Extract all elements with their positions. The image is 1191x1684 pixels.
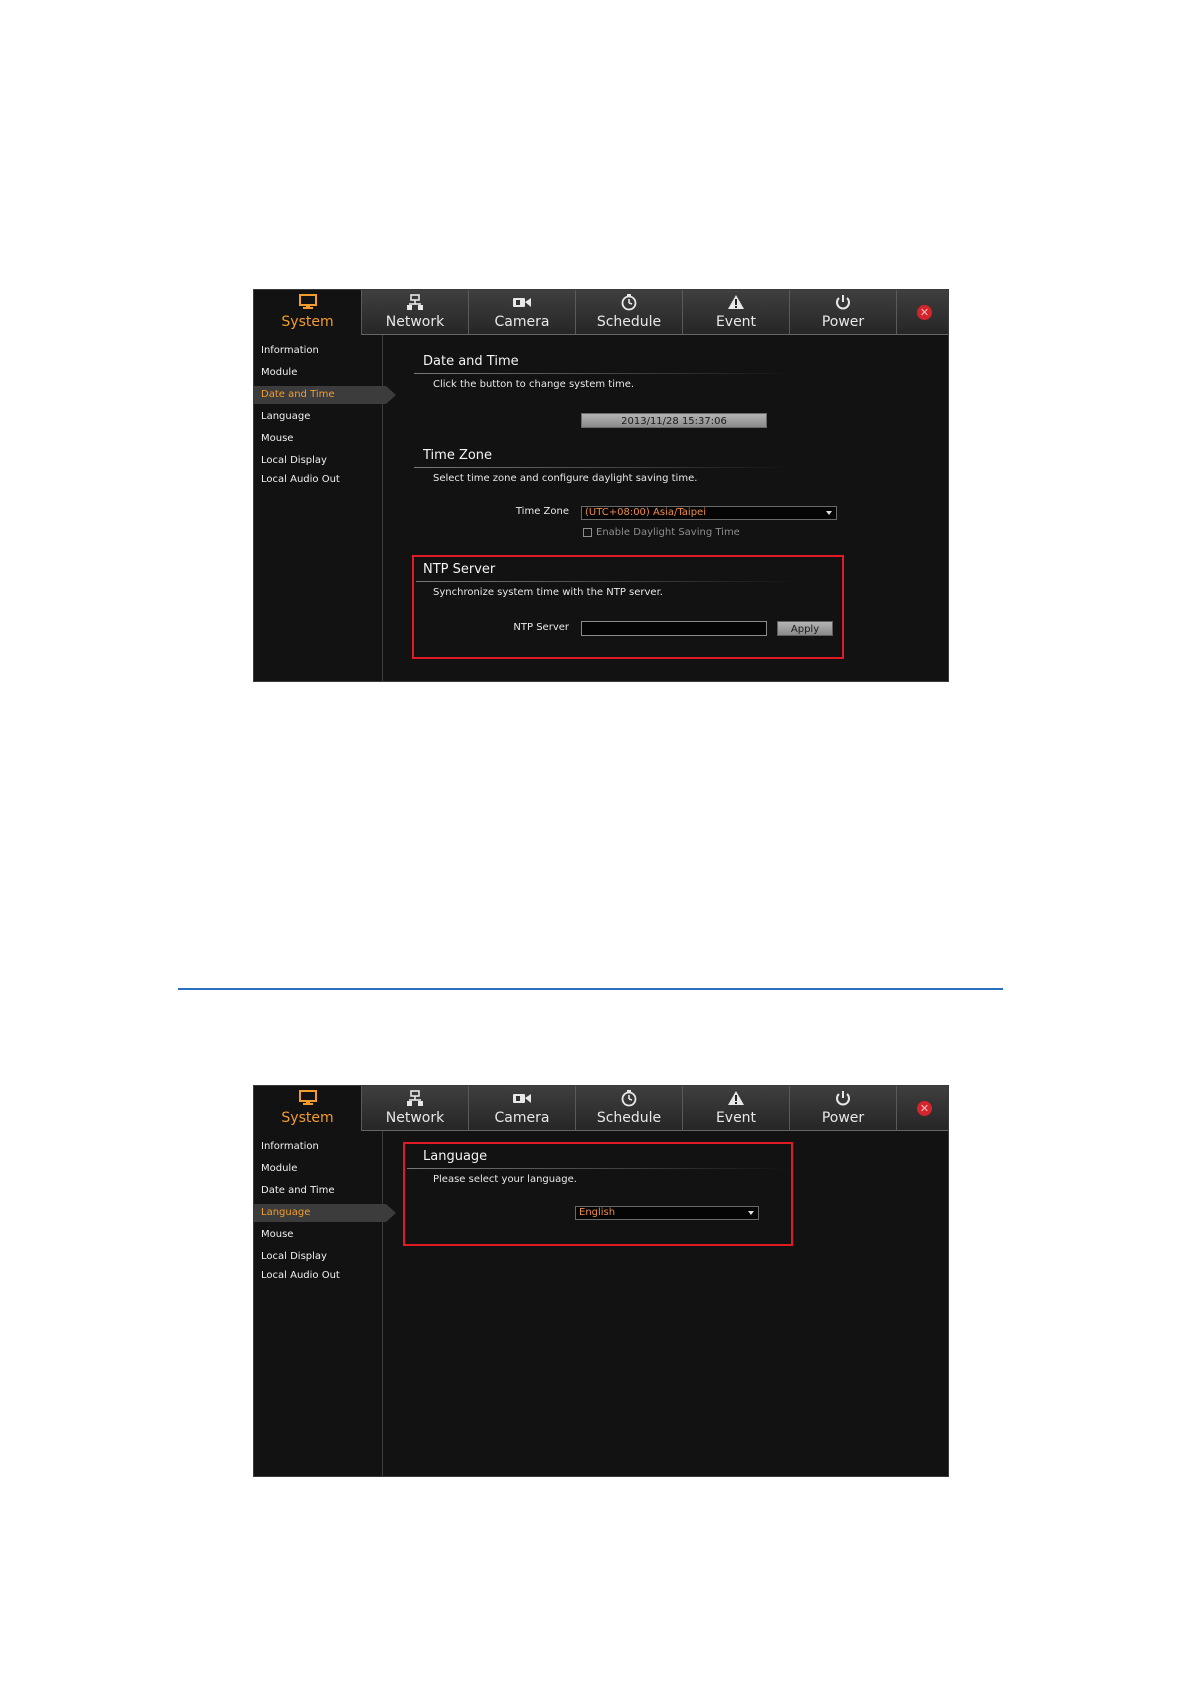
top-tab-bar: System Network Camera Schedule Event Pow… — [254, 1086, 948, 1131]
section-divider — [414, 467, 794, 468]
tab-label: System — [281, 1110, 334, 1126]
sidebar-item-date-and-time[interactable]: Date and Time — [254, 386, 396, 404]
tab-network[interactable]: Network — [361, 1086, 468, 1131]
tab-network[interactable]: Network — [361, 290, 468, 335]
network-icon — [362, 1090, 468, 1110]
tab-label: Event — [715, 314, 757, 330]
power-icon — [790, 1090, 896, 1110]
section-description: Please select your language. — [433, 1174, 577, 1185]
section-title-time-zone: Time Zone — [423, 448, 493, 463]
chevron-down-icon — [748, 1211, 754, 1215]
monitor-icon — [254, 294, 361, 314]
sidebar-item-module[interactable]: Module — [254, 1160, 382, 1178]
settings-window-language: System Network Camera Schedule Event Pow… — [253, 1085, 949, 1477]
tab-label: Power — [821, 1110, 865, 1126]
time-zone-label: Time Zone — [515, 506, 569, 517]
settings-window-date-time: System Network Camera Schedule Event Pow… — [253, 289, 949, 682]
camera-icon — [469, 294, 575, 314]
sidebar-item-language[interactable]: Language — [254, 408, 382, 426]
section-description: Select time zone and configure daylight … — [433, 473, 698, 484]
tab-label: Camera — [494, 314, 550, 330]
section-divider — [407, 1168, 787, 1169]
close-tab: ✕ — [896, 1086, 948, 1131]
sidebar-item-language[interactable]: Language — [254, 1204, 396, 1222]
section-description: Click the button to change system time. — [433, 379, 635, 390]
sidebar-item-information[interactable]: Information — [254, 1138, 382, 1156]
top-tab-bar: System Network Camera Schedule Event Pow… — [254, 290, 948, 335]
section-divider — [416, 581, 796, 582]
power-icon — [790, 294, 896, 314]
tab-schedule[interactable]: Schedule — [575, 1086, 682, 1131]
warning-icon — [683, 294, 789, 314]
section-title-date-time: Date and Time — [423, 354, 519, 369]
daylight-saving-row[interactable]: Enable Daylight Saving Time — [583, 527, 740, 538]
ntp-server-input[interactable] — [581, 621, 767, 636]
apply-button[interactable]: Apply — [777, 621, 833, 636]
tab-camera[interactable]: Camera — [468, 290, 575, 335]
section-title-language: Language — [423, 1149, 488, 1164]
tab-label: Camera — [494, 1110, 550, 1126]
clock-icon — [576, 1090, 682, 1110]
tab-label: Schedule — [596, 1110, 662, 1126]
tab-power[interactable]: Power — [789, 290, 896, 335]
language-select[interactable]: English — [575, 1206, 759, 1220]
close-icon[interactable]: ✕ — [917, 305, 932, 320]
monitor-icon — [254, 1090, 361, 1110]
tab-event[interactable]: Event — [682, 1086, 789, 1131]
close-icon[interactable]: ✕ — [917, 1101, 932, 1116]
sidebar: Information Module Date and Time Languag… — [254, 1131, 396, 1476]
tab-camera[interactable]: Camera — [468, 1086, 575, 1131]
sidebar: Information Module Date and Time Languag… — [254, 335, 396, 681]
tab-label: Network — [385, 314, 445, 330]
section-title-ntp-server: NTP Server — [423, 562, 496, 577]
sidebar-item-local-display[interactable]: Local Display — [254, 1248, 382, 1266]
close-tab: ✕ — [896, 290, 948, 335]
tab-system[interactable]: System — [254, 1086, 361, 1131]
sidebar-item-mouse[interactable]: Mouse — [254, 1226, 382, 1244]
time-zone-select[interactable]: (UTC+08:00) Asia/Taipei — [581, 506, 837, 520]
sidebar-item-module[interactable]: Module — [254, 364, 382, 382]
sidebar-item-date-and-time[interactable]: Date and Time — [254, 1182, 382, 1200]
chevron-down-icon — [826, 511, 832, 515]
sidebar-item-mouse[interactable]: Mouse — [254, 430, 382, 448]
tab-label: Schedule — [596, 314, 662, 330]
time-zone-value: (UTC+08:00) Asia/Taipei — [585, 507, 706, 518]
warning-icon — [683, 1090, 789, 1110]
sidebar-item-local-audio-out[interactable]: Local Audio Out — [254, 471, 382, 489]
sidebar-item-local-audio-out[interactable]: Local Audio Out — [254, 1267, 382, 1285]
change-time-button[interactable]: 2013/11/28 15:37:06 — [581, 413, 767, 428]
ntp-server-label: NTP Server — [513, 622, 569, 633]
tab-power[interactable]: Power — [789, 1086, 896, 1131]
page-separator-line — [178, 988, 1003, 990]
tab-schedule[interactable]: Schedule — [575, 290, 682, 335]
tab-system[interactable]: System — [254, 290, 361, 335]
tab-label: Power — [821, 314, 865, 330]
camera-icon — [469, 1090, 575, 1110]
tab-label: Event — [715, 1110, 757, 1126]
language-value: English — [579, 1207, 616, 1218]
tab-event[interactable]: Event — [682, 290, 789, 335]
tab-label: Network — [385, 1110, 445, 1126]
sidebar-item-information[interactable]: Information — [254, 342, 382, 360]
network-icon — [362, 294, 468, 314]
section-description: Synchronize system time with the NTP ser… — [433, 587, 663, 598]
clock-icon — [576, 294, 682, 314]
daylight-saving-label: Enable Daylight Saving Time — [596, 527, 740, 538]
tab-label: System — [281, 314, 334, 330]
daylight-saving-checkbox[interactable] — [583, 527, 592, 537]
section-divider — [414, 373, 794, 374]
sidebar-item-local-display[interactable]: Local Display — [254, 452, 382, 470]
